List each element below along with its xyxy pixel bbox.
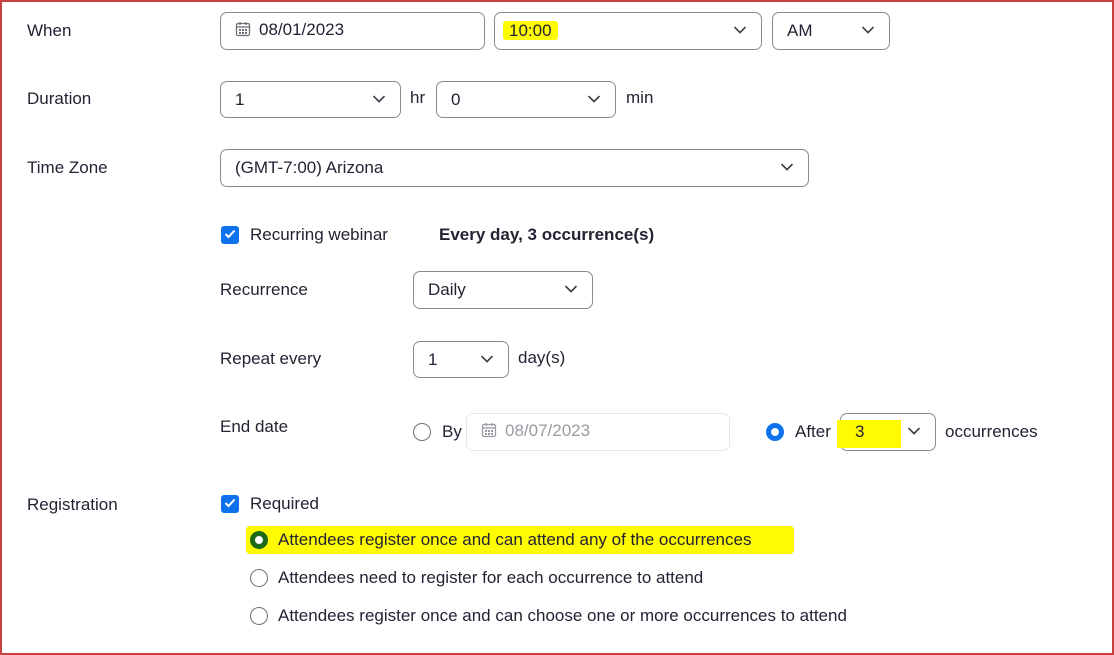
registration-option-radio[interactable] bbox=[250, 569, 268, 587]
hr-unit-label: hr bbox=[410, 88, 426, 107]
repeat-select[interactable]: 1 bbox=[413, 341, 509, 378]
registration-option-radio[interactable] bbox=[250, 607, 268, 625]
registration-option-label: Attendees register once and can choose o… bbox=[278, 606, 847, 625]
duration-label: Duration bbox=[27, 89, 92, 108]
recurrence-label: Recurrence bbox=[220, 280, 308, 299]
date-picker[interactable]: 08/01/2023 bbox=[220, 12, 485, 50]
date-value: 08/01/2023 bbox=[259, 20, 345, 39]
checkmark-icon bbox=[224, 495, 236, 513]
ampm-select[interactable]: AM bbox=[772, 12, 890, 50]
webinar-schedule-form: { "when": { "label": "When", "date": "08… bbox=[0, 0, 1114, 655]
ampm-value: AM bbox=[787, 21, 813, 40]
timezone-label: Time Zone bbox=[27, 158, 108, 177]
highlight-mark bbox=[837, 420, 901, 448]
occurrences-select[interactable]: 3 bbox=[837, 413, 936, 451]
registration-option-label: Attendees need to register for each occu… bbox=[278, 568, 704, 587]
occurrences-value: 3 bbox=[855, 422, 865, 441]
calendar-icon bbox=[481, 422, 497, 443]
chevron-down-icon bbox=[372, 94, 386, 103]
recurrence-value: Daily bbox=[428, 280, 466, 299]
end-by-radio[interactable] bbox=[413, 423, 431, 441]
end-after-radio[interactable] bbox=[766, 423, 784, 441]
chevron-down-icon bbox=[480, 354, 494, 363]
registration-label: Registration bbox=[27, 495, 118, 514]
end-by-date-picker[interactable]: 08/07/2023 bbox=[466, 413, 730, 451]
time-select[interactable]: 10:00 bbox=[494, 12, 762, 50]
repeat-unit-label: day(s) bbox=[518, 348, 566, 367]
chevron-down-icon bbox=[733, 26, 747, 35]
recurrence-summary: Every day, 3 occurrence(s) bbox=[439, 225, 655, 244]
when-label: When bbox=[27, 21, 72, 40]
minutes-value: 0 bbox=[451, 89, 461, 109]
by-label: By bbox=[442, 422, 462, 441]
time-value: 10:00 bbox=[503, 21, 558, 40]
registration-option-label: Attendees register once and can attend a… bbox=[278, 530, 752, 549]
chevron-down-icon bbox=[780, 163, 794, 172]
occurrences-unit-label: occurrences bbox=[945, 422, 1038, 441]
timezone-value: (GMT-7:00) Arizona bbox=[235, 158, 384, 177]
calendar-icon bbox=[235, 21, 251, 42]
hours-value: 1 bbox=[235, 89, 245, 109]
duration-minutes-select[interactable]: 0 bbox=[436, 81, 616, 118]
chevron-down-icon bbox=[587, 94, 601, 103]
required-label: Required bbox=[250, 494, 319, 513]
chevron-down-icon bbox=[907, 427, 921, 436]
after-label: After bbox=[795, 422, 831, 441]
end-by-date-value: 08/07/2023 bbox=[505, 421, 591, 440]
duration-hours-select[interactable]: 1 bbox=[220, 81, 401, 118]
repeat-label: Repeat every bbox=[220, 349, 322, 368]
chevron-down-icon bbox=[564, 285, 578, 294]
registration-required-checkbox[interactable] bbox=[221, 495, 239, 513]
checkmark-icon bbox=[224, 226, 236, 244]
timezone-select[interactable]: (GMT-7:00) Arizona bbox=[220, 149, 809, 187]
recurring-label: Recurring webinar bbox=[250, 225, 388, 244]
recurring-checkbox[interactable] bbox=[221, 226, 239, 244]
repeat-value: 1 bbox=[428, 349, 438, 369]
end-date-label: End date bbox=[220, 417, 289, 436]
min-unit-label: min bbox=[626, 88, 654, 107]
chevron-down-icon bbox=[861, 26, 875, 35]
registration-option-radio[interactable] bbox=[250, 531, 268, 549]
recurrence-select[interactable]: Daily bbox=[413, 271, 593, 309]
